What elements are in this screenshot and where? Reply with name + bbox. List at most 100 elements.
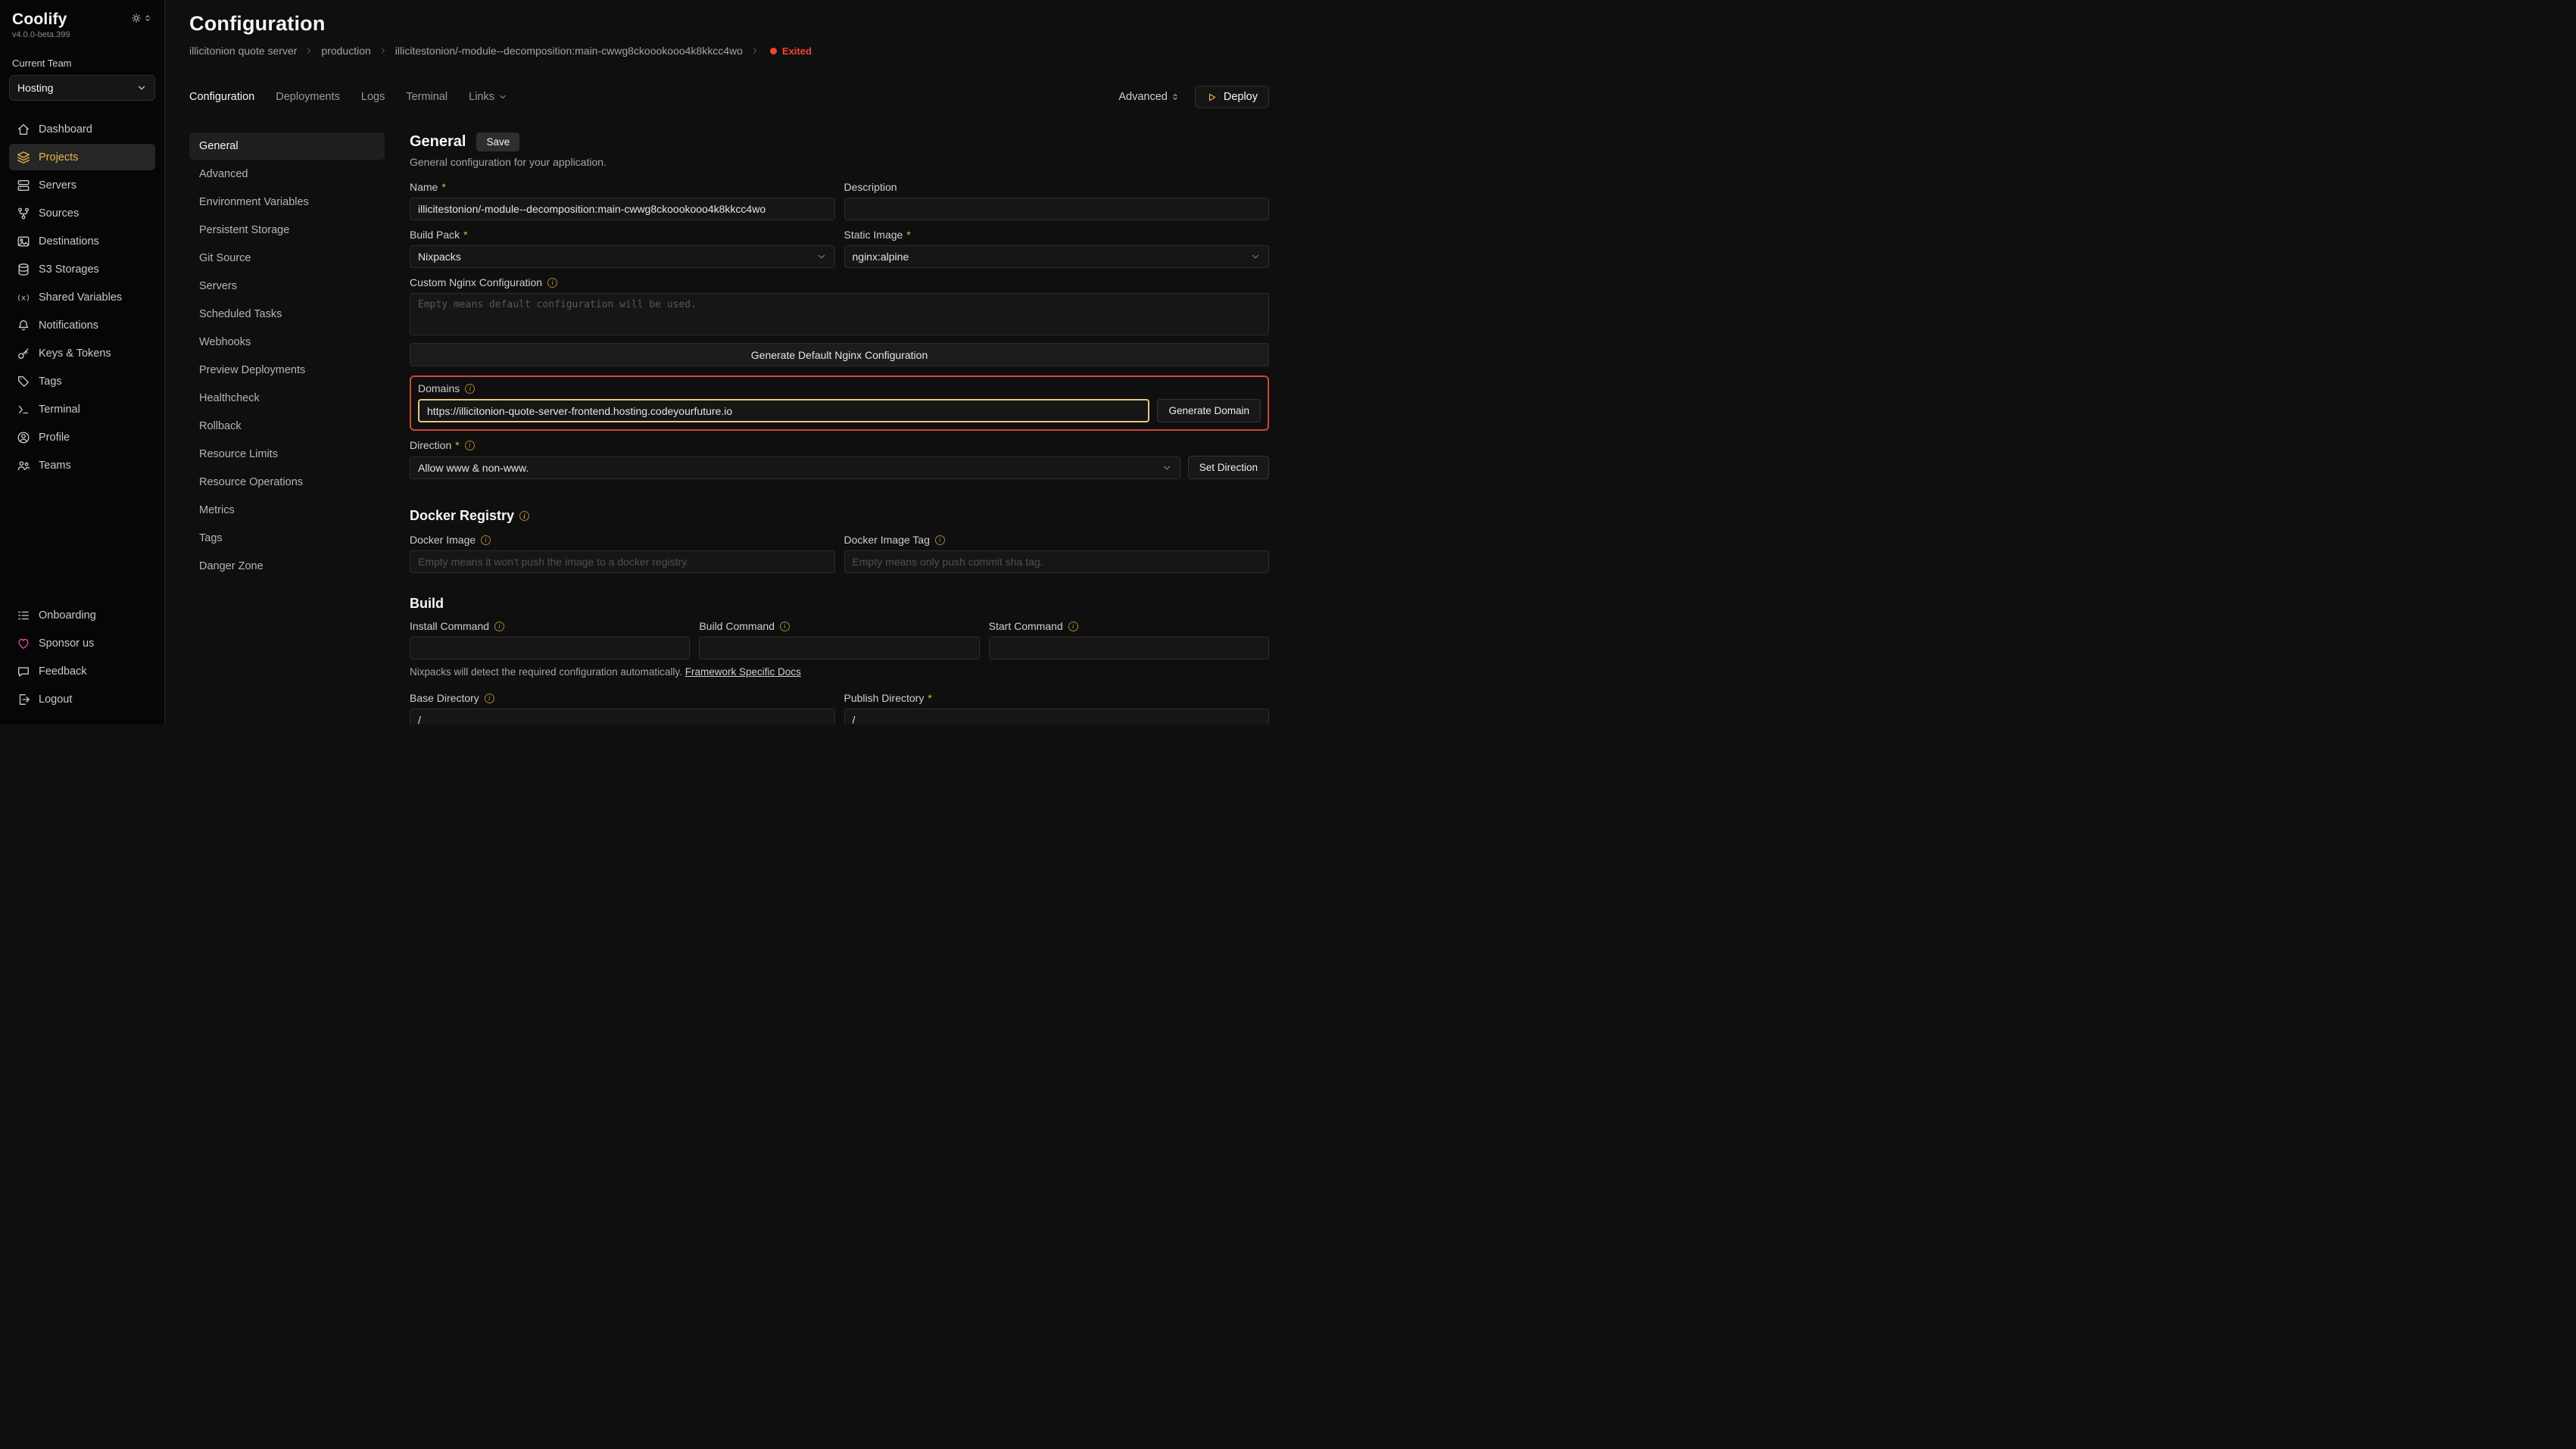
sidebar-item-label: Feedback bbox=[39, 665, 87, 678]
settings-nav-rollback[interactable]: Rollback bbox=[189, 413, 385, 440]
settings-nav-scheduled-tasks[interactable]: Scheduled Tasks bbox=[189, 301, 385, 328]
settings-nav-preview-deployments[interactable]: Preview Deployments bbox=[189, 357, 385, 384]
sidebar-item-keys-tokens[interactable]: Keys & Tokens bbox=[9, 340, 155, 366]
teams-icon bbox=[17, 459, 30, 472]
settings-nav-resource-limits[interactable]: Resource Limits bbox=[189, 441, 385, 468]
save-button[interactable]: Save bbox=[476, 132, 519, 151]
direction-select[interactable]: Allow www & non-www. bbox=[410, 457, 1180, 479]
deploy-button[interactable]: Deploy bbox=[1195, 86, 1269, 108]
generate-nginx-button[interactable]: Generate Default Nginx Configuration bbox=[410, 343, 1269, 366]
build-command-input[interactable] bbox=[699, 637, 979, 659]
build-command-label: Build Command bbox=[699, 620, 775, 632]
home-icon bbox=[17, 123, 30, 136]
sidebar-item-label: Keys & Tokens bbox=[39, 347, 111, 360]
chevron-right-icon bbox=[750, 46, 759, 55]
chevron-down-icon bbox=[498, 92, 507, 101]
sidebar-item-label: Sources bbox=[39, 207, 79, 220]
static-image-label: Static Image bbox=[844, 229, 911, 241]
settings-nav-servers[interactable]: Servers bbox=[189, 273, 385, 300]
domains-label: Domains bbox=[418, 382, 460, 394]
nginx-config-textarea[interactable] bbox=[410, 293, 1269, 335]
tab-logs[interactable]: Logs bbox=[361, 91, 385, 103]
install-command-label: Install Command bbox=[410, 620, 489, 632]
settings-nav-healthcheck[interactable]: Healthcheck bbox=[189, 385, 385, 412]
advanced-dropdown[interactable]: Advanced bbox=[1118, 91, 1180, 103]
sidebar-item-profile[interactable]: Profile bbox=[9, 424, 155, 450]
checklist-icon bbox=[17, 609, 30, 622]
sidebar-item-sponsor-us[interactable]: Sponsor us bbox=[9, 630, 155, 656]
framework-docs-link[interactable]: Framework Specific Docs bbox=[685, 666, 801, 678]
build-pack-select[interactable]: Nixpacks bbox=[410, 245, 835, 268]
sidebar-item-logout[interactable]: Logout bbox=[9, 686, 155, 712]
chevron-right-icon bbox=[304, 46, 313, 55]
sidebar-item-feedback[interactable]: Feedback bbox=[9, 658, 155, 684]
sidebar-item-destinations[interactable]: Destinations bbox=[9, 228, 155, 254]
breadcrumb-application[interactable]: illicitestonion/-module--decomposition:m… bbox=[395, 45, 743, 57]
generate-domain-button[interactable]: Generate Domain bbox=[1157, 399, 1261, 422]
set-direction-button[interactable]: Set Direction bbox=[1188, 456, 1269, 479]
chevron-down-icon bbox=[136, 83, 147, 93]
info-icon bbox=[481, 535, 491, 545]
chevron-down-icon bbox=[816, 251, 827, 262]
static-image-select[interactable]: nginx:alpine bbox=[844, 245, 1270, 268]
sidebar-item-label: S3 Storages bbox=[39, 263, 99, 276]
settings-nav-tags[interactable]: Tags bbox=[189, 525, 385, 552]
sidebar-item-terminal[interactable]: Terminal bbox=[9, 396, 155, 422]
tab-deployments[interactable]: Deployments bbox=[276, 91, 340, 103]
theme-toggle[interactable] bbox=[131, 13, 152, 23]
sidebar-item-label: Terminal bbox=[39, 404, 80, 416]
settings-nav-general[interactable]: General bbox=[189, 132, 385, 160]
publish-directory-input[interactable] bbox=[844, 709, 1270, 724]
settings-nav-git-source[interactable]: Git Source bbox=[189, 245, 385, 272]
sidebar-item-tags[interactable]: Tags bbox=[9, 368, 155, 394]
domains-input[interactable] bbox=[418, 399, 1149, 422]
settings-nav-danger-zone[interactable]: Danger Zone bbox=[189, 553, 385, 580]
base-directory-label: Base Directory bbox=[410, 692, 479, 704]
name-input[interactable] bbox=[410, 198, 835, 220]
advanced-label: Advanced bbox=[1118, 91, 1168, 103]
nixpacks-help-text: Nixpacks will detect the required config… bbox=[410, 666, 682, 678]
sidebar-item-onboarding[interactable]: Onboarding bbox=[9, 602, 155, 628]
sidebar-item-sources[interactable]: Sources bbox=[9, 200, 155, 226]
install-command-input[interactable] bbox=[410, 637, 690, 659]
breadcrumb-project[interactable]: illicitonion quote server bbox=[189, 45, 297, 57]
docker-image-input[interactable] bbox=[410, 550, 835, 573]
start-command-input[interactable] bbox=[989, 637, 1269, 659]
tab-links[interactable]: Links bbox=[469, 91, 507, 103]
sidebar-item-projects[interactable]: Projects bbox=[9, 144, 155, 170]
settings-nav-resource-operations[interactable]: Resource Operations bbox=[189, 469, 385, 496]
settings-nav: General Advanced Environment Variables P… bbox=[189, 132, 385, 724]
deploy-label: Deploy bbox=[1224, 91, 1258, 103]
tab-terminal[interactable]: Terminal bbox=[406, 91, 448, 103]
sidebar-item-label: Tags bbox=[39, 375, 62, 388]
description-input[interactable] bbox=[844, 198, 1270, 220]
sidebar-item-shared-variables[interactable]: Shared Variables bbox=[9, 284, 155, 310]
settings-nav-persistent-storage[interactable]: Persistent Storage bbox=[189, 217, 385, 244]
sidebar-item-teams[interactable]: Teams bbox=[9, 452, 155, 478]
sidebar-item-label: Sponsor us bbox=[39, 637, 94, 650]
team-select[interactable]: Hosting bbox=[9, 75, 155, 101]
sidebar-item-notifications[interactable]: Notifications bbox=[9, 312, 155, 338]
breadcrumb-environment[interactable]: production bbox=[321, 45, 370, 57]
settings-nav-metrics[interactable]: Metrics bbox=[189, 497, 385, 524]
base-directory-input[interactable] bbox=[410, 709, 835, 724]
profile-icon bbox=[17, 431, 30, 444]
chevron-down-icon bbox=[1162, 463, 1172, 473]
sidebar: Coolify v4.0.0-beta.399 Current Team Hos… bbox=[0, 0, 165, 724]
sidebar-item-s3-storages[interactable]: S3 Storages bbox=[9, 256, 155, 282]
docker-image-tag-input[interactable] bbox=[844, 550, 1270, 573]
tab-configuration[interactable]: Configuration bbox=[189, 91, 254, 103]
sidebar-item-servers[interactable]: Servers bbox=[9, 172, 155, 198]
settings-nav-webhooks[interactable]: Webhooks bbox=[189, 329, 385, 356]
sidebar-footer-nav: Onboarding Sponsor us Feedback Logout bbox=[9, 602, 155, 712]
info-icon bbox=[1068, 622, 1078, 631]
page-title: Configuration bbox=[189, 12, 1269, 36]
settings-nav-environment-variables[interactable]: Environment Variables bbox=[189, 189, 385, 216]
settings-nav-advanced[interactable]: Advanced bbox=[189, 160, 385, 188]
sidebar-nav: Dashboard Projects Servers Sources Desti… bbox=[9, 116, 155, 478]
sidebar-item-dashboard[interactable]: Dashboard bbox=[9, 116, 155, 142]
general-form: General Save General configuration for y… bbox=[410, 132, 1269, 724]
bell-icon bbox=[17, 319, 30, 332]
sidebar-item-label: Profile bbox=[39, 432, 70, 444]
app-root: Coolify v4.0.0-beta.399 Current Team Hos… bbox=[0, 0, 1288, 724]
